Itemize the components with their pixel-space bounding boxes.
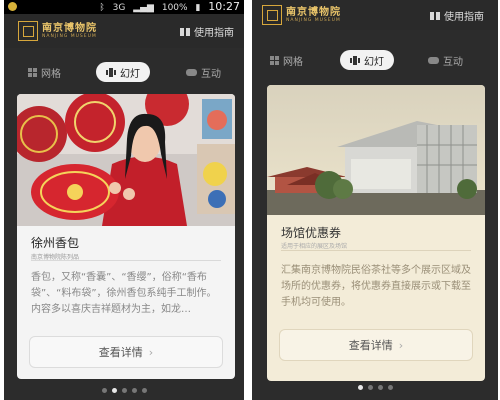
chevron-right-icon: › (148, 345, 154, 359)
logo-english: NANJING MUSEUM (42, 33, 97, 39)
tab-grid-label: 网格 (283, 56, 303, 68)
grid-icon (270, 55, 279, 65)
tab-slideshow[interactable]: 幻灯 (96, 62, 150, 82)
tab-grid[interactable]: 网格 (28, 62, 61, 82)
view-tabs: 网格 幻灯 互动 (4, 60, 244, 86)
card-title: 徐州香包 (31, 236, 80, 250)
page-dot[interactable] (387, 385, 393, 390)
page-dot[interactable] (101, 388, 107, 393)
logo-chinese: 南京博物院 (286, 6, 341, 18)
guide-label: 使用指南 (444, 12, 484, 23)
app-header: 南京博物院 NANJING MUSEUM 使用指南 (4, 14, 244, 48)
card-description: 香包，又称“香囊”、“香缨”，俗称“香布袋”、“料布袋”，徐州香包系纯手工制作。… (31, 272, 217, 315)
slide-icon (106, 67, 116, 77)
view-details-label: 查看详情 (98, 346, 143, 359)
page-indicator (252, 385, 498, 390)
divider (281, 250, 471, 251)
guide-label: 使用指南 (194, 28, 234, 39)
view-details-button[interactable]: 查看详情 › (279, 329, 473, 361)
guide-button[interactable]: 使用指南 (430, 8, 484, 23)
page-dot-active[interactable] (357, 385, 363, 390)
tab-slideshow[interactable]: 幻灯 (340, 50, 394, 70)
tab-interact-label: 互动 (443, 56, 463, 68)
divider (31, 260, 221, 261)
battery-icon: ▮ (195, 3, 201, 13)
signal-icon: ▂▄▆ (133, 3, 154, 13)
network-label: 3G (112, 3, 126, 13)
app-header: 南京博物院 NANJING MUSEUM 使用指南 (252, 0, 498, 30)
coupon-card[interactable]: 场馆优惠券 适用于相应的展区及场馆 汇集南京博物院民俗茶社等多个展示区域及场所的… (267, 85, 485, 381)
gamepad-icon (428, 56, 439, 64)
page-dot[interactable] (367, 385, 373, 390)
status-bar: ᛒ 3G ▂▄▆ 100% ▮ 10:27 (4, 0, 244, 14)
view-tabs: 网格 幻灯 互动 (252, 48, 498, 74)
card-description: 汇集南京博物院民俗茶社等多个展示区域及场所的优惠券，将优惠券直接展示或下载至手机… (281, 265, 471, 308)
phone-screen-left: ᛒ 3G ▂▄▆ 100% ▮ 10:27 南京博物院 NANJING MUSE… (4, 0, 244, 400)
tab-interact-label: 互动 (201, 68, 221, 80)
card-title: 场馆优惠券 (281, 226, 342, 240)
exhibit-photo (17, 94, 235, 226)
tab-interact[interactable]: 互动 (186, 62, 221, 82)
logo-english: NANJING MUSEUM (286, 17, 341, 23)
view-details-label: 查看详情 (348, 339, 393, 352)
museum-logo[interactable]: 南京博物院 NANJING MUSEUM (262, 4, 341, 26)
tab-grid[interactable]: 网格 (270, 50, 303, 70)
page-indicator (4, 388, 244, 393)
logo-mark-icon (262, 5, 282, 25)
logo-chinese: 南京博物院 (42, 22, 97, 34)
exhibit-card[interactable]: 徐州香包 南京博物院陈列品 香包，又称“香囊”、“香缨”，俗称“香布袋”、“料布… (17, 94, 235, 379)
notification-icon (8, 2, 17, 11)
view-details-button[interactable]: 查看详情 › (29, 336, 223, 368)
gamepad-icon (186, 68, 197, 76)
chevron-right-icon: › (398, 338, 404, 352)
page-dot-active[interactable] (111, 388, 117, 393)
page-dot[interactable] (141, 388, 147, 393)
tab-slideshow-label: 幻灯 (120, 68, 140, 80)
tab-grid-label: 网格 (41, 68, 61, 80)
guide-button[interactable]: 使用指南 (180, 24, 234, 39)
book-icon (430, 11, 440, 20)
museum-logo[interactable]: 南京博物院 NANJING MUSEUM (18, 20, 97, 42)
venue-photo (267, 85, 485, 215)
grid-icon (28, 67, 37, 77)
battery-label: 100% (161, 3, 188, 13)
tab-slideshow-label: 幻灯 (364, 56, 384, 68)
page-dot[interactable] (131, 388, 137, 393)
card-subtitle: 适用于相应的展区及场馆 (281, 243, 348, 250)
slide-icon (350, 55, 360, 65)
phone-screen-right: 南京博物院 NANJING MUSEUM 使用指南 网格 幻灯 互动 场馆优惠券… (252, 0, 498, 400)
page-dot[interactable] (377, 385, 383, 390)
clock: 10:27 (208, 0, 240, 13)
page-dot[interactable] (121, 388, 127, 393)
bluetooth-icon: ᛒ (99, 3, 105, 13)
tab-interact[interactable]: 互动 (428, 50, 463, 70)
logo-mark-icon (18, 21, 38, 41)
book-icon (180, 27, 190, 36)
